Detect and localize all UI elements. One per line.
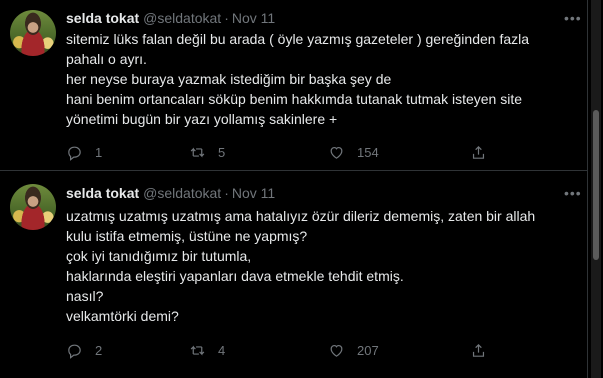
tweet-text-line: velkamtörki demi? [66,308,179,324]
heart-icon [330,344,343,357]
share-button[interactable] [470,142,487,162]
retweet-button[interactable]: 4 [189,340,225,360]
like-button[interactable]: 154 [328,142,379,162]
reply-count: 2 [95,342,103,358]
author-name[interactable]: selda tokat [66,185,139,201]
author-handle[interactable]: @seldatokat [143,185,221,201]
more-icon[interactable]: ••• [564,185,582,201]
reply-button[interactable]: 2 [66,340,102,360]
tweet-text-line: yönetimi bugün bir yazı yollamış sakinle… [66,111,338,127]
heart-icon [330,146,343,159]
author-handle[interactable]: @seldatokat [143,10,221,26]
tweet-text: uzatmış uzatmış uzatmış ama hatalıyız öz… [66,206,566,326]
retweet-icon [190,147,205,157]
reply-icon [68,146,81,161]
tweet-actions: 2 4 207 [66,340,506,360]
scrollbar[interactable] [591,0,601,378]
like-count: 207 [357,342,379,358]
share-icon [472,343,485,357]
reply-icon [68,344,81,359]
share-icon [472,145,485,159]
tweet[interactable]: selda tokat @seldatokat · Nov 11 ••• uzatmı… [0,170,588,378]
retweet-count: 5 [218,144,226,160]
tweet-header: selda tokat @seldatokat · Nov 11 [66,9,275,27]
tweet[interactable]: selda tokat @seldatokat · Nov 11 ••• sitemi… [0,0,588,170]
share-button[interactable] [470,340,487,360]
retweet-count: 4 [218,342,226,358]
retweet-button[interactable]: 5 [189,142,225,162]
tweet-text-line: uzatmış uzatmış uzatmış ama hatalıyız öz… [66,208,536,224]
tweet-text-line: sitemiz lüks falan değil bu arada ( öyle… [66,31,530,47]
retweet-icon [190,345,205,355]
tweet-header: selda tokat @seldatokat · Nov 11 [66,184,275,202]
reply-button[interactable]: 1 [66,142,102,162]
scrollbar-thumb[interactable] [593,110,599,260]
tweet-text-line: nasıl? [66,288,104,304]
reply-count: 1 [95,144,103,160]
tweet-text: sitemiz lüks falan değil bu arada ( öyle… [66,29,566,129]
tweet-date[interactable]: Nov 11 [232,10,275,26]
tweet-text-line: çok iyi tanıdığımız bir tutumla, [66,248,252,264]
avatar[interactable] [10,10,56,56]
tweet-text-line: her neyse buraya yazmak istediğim bir ba… [66,71,392,87]
tweet-text-line: hani benim ortancaları söküp benim hakkı… [66,91,523,107]
tweet-text-line: kulu istifa etmemiş, üstüne ne yapmış? [66,228,308,244]
tweet-text-line: haklarında eleştiri yapanları dava etmek… [66,268,404,284]
tweet-text-line: pahalı o ayrı. [66,51,147,67]
like-button[interactable]: 207 [328,340,379,360]
avatar[interactable] [10,184,56,230]
tweet-date[interactable]: Nov 11 [232,185,275,201]
like-count: 154 [357,144,379,160]
separator: · [224,185,229,201]
tweet-actions: 1 5 154 [66,142,506,162]
author-name[interactable]: selda tokat [66,10,139,26]
more-icon[interactable]: ••• [564,10,582,26]
timeline: selda tokat @seldatokat · Nov 11 ••• sitemi… [0,0,588,378]
separator: · [224,10,229,26]
